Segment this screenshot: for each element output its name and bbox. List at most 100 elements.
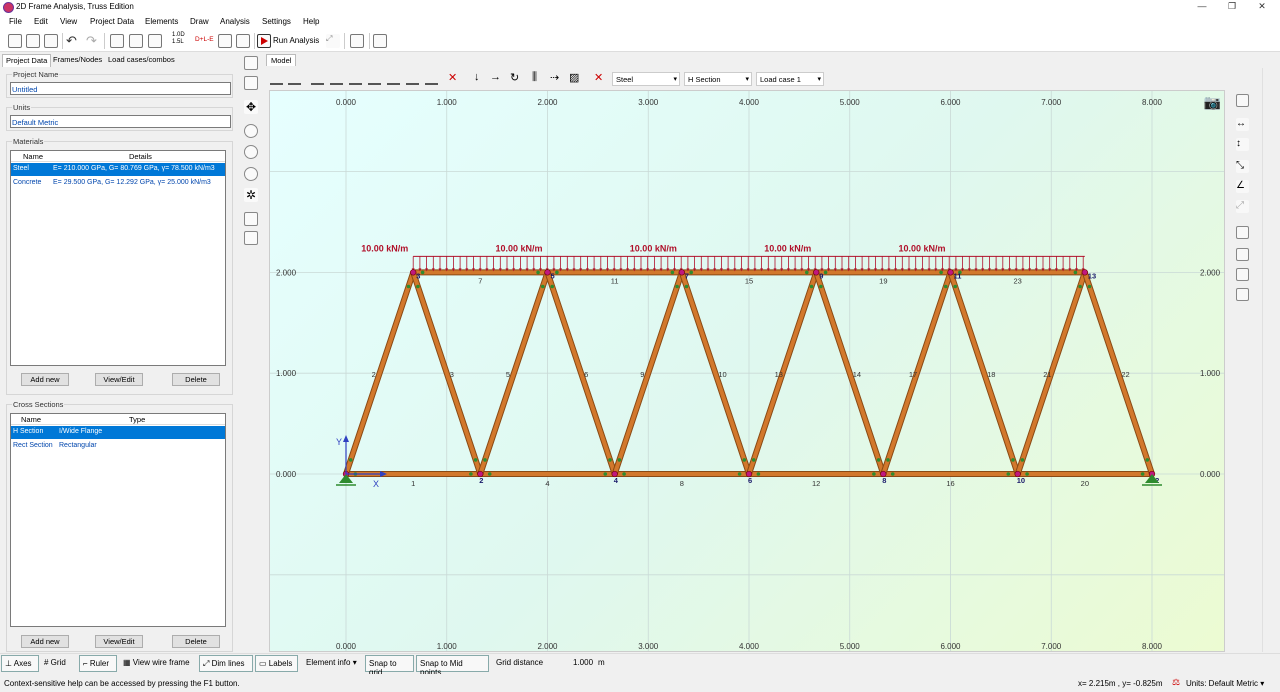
load-factors[interactable]: 1.0D 1.5L [172,32,185,46]
select-icon[interactable] [244,56,258,70]
camera-icon[interactable]: 📷 [1204,94,1221,111]
vertical-scrollbar[interactable] [1262,68,1278,652]
ruler-toggle[interactable]: ⌐ Ruler [79,655,117,672]
list-item[interactable]: Steel E= 210.000 GPa, G= 80.769 GPa, γ= … [11,163,225,176]
menu-project-data[interactable]: Project Data [90,17,134,26]
results-icon[interactable] [1236,94,1249,107]
minimize-button[interactable]: — [1192,1,1212,14]
draw-node-icon[interactable] [270,73,283,85]
angle-icon[interactable]: ∠ [1236,180,1249,193]
truss-node[interactable] [947,269,954,276]
pan-icon[interactable]: ✥ [244,100,258,114]
loadcase-select[interactable]: Load case 1 ▾ [756,72,824,86]
materials-edit-button[interactable]: View/Edit [95,373,143,386]
model-canvas[interactable]: 0.000 0.000 1.000 1.000 2.000 2.000 3.000 3.000… [269,90,1225,652]
sections-add-button[interactable]: Add new [21,635,69,648]
truss-node[interactable] [813,269,820,276]
support-roller-icon[interactable] [330,73,343,85]
comment-delete-icon[interactable] [1236,288,1249,301]
units-input[interactable]: Default Metric [10,115,231,128]
delete-load-icon[interactable]: ✕ [594,71,603,84]
truss-node[interactable] [678,269,685,276]
grid-distance-input[interactable]: 1.000 [570,655,598,672]
table-icon[interactable] [350,34,364,48]
list-item[interactable]: Rect Section Rectangular [11,440,225,453]
dim-vertical-icon[interactable]: ↕ [1236,138,1249,151]
zoom-window-icon[interactable] [244,167,258,181]
horizontal-load-icon[interactable]: → [490,71,501,83]
moment-icon[interactable]: ↻ [510,71,519,84]
dimlines-toggle[interactable]: ⤢ Dim lines [199,655,253,672]
edit-icon[interactable] [244,76,258,90]
truss-node[interactable] [544,269,551,276]
material-select[interactable]: Steel ▾ [612,72,680,86]
snap-mid-toggle[interactable]: Snap to Mid points [416,655,489,677]
spring-icon[interactable] [368,73,381,85]
settlement-icon[interactable] [425,73,438,85]
new-file-icon[interactable] [8,34,22,48]
snap-grid-toggle[interactable]: Snap to grid [365,655,414,677]
distributed-load-icon[interactable]: ⫼ [532,71,537,84]
labels-toggle[interactable]: ▭ Labels [255,655,298,672]
export-icon[interactable] [244,231,258,245]
draw-member-icon[interactable] [288,73,301,85]
undo-icon[interactable]: ↶ [66,33,77,49]
copy-image-icon[interactable] [244,212,258,226]
axes-toggle[interactable]: ⊥ Axes [1,655,39,672]
document-icon[interactable] [218,34,232,48]
materials-add-button[interactable]: Add new [21,373,69,386]
run-analysis-icon[interactable] [257,34,271,48]
truss-drawing[interactable]: 0.000 0.000 1.000 1.000 2.000 2.000 3.000 3.000… [270,91,1225,652]
support-fixed-icon[interactable] [349,73,362,85]
truss-node[interactable] [1081,269,1088,276]
sections-edit-button[interactable]: View/Edit [95,635,143,648]
axial-load-icon[interactable]: ⇢ [550,71,559,84]
element-info-dropdown[interactable]: Element info ▾ [303,655,361,672]
delete-support-icon[interactable]: ✕ [448,71,457,84]
menu-file[interactable]: File [9,17,22,26]
menu-view[interactable]: View [60,17,77,26]
dim-aligned-icon[interactable]: ⤡ [1236,160,1249,173]
wireframe-toggle[interactable]: ▦ View wire frame [120,655,196,672]
comment-add-icon[interactable] [1236,268,1249,281]
redo-icon[interactable]: ↷ [86,33,97,49]
list-item[interactable]: H Section I/Wide Flange [11,426,225,439]
grid-toggle[interactable]: # Grid [41,655,77,672]
tab-frames-nodes[interactable]: Frames/Nodes [50,54,105,67]
print-icon[interactable] [236,34,250,48]
report-icon[interactable] [110,34,124,48]
point-load-icon[interactable]: ↓ [474,71,480,83]
zoom-out-icon[interactable] [244,145,258,159]
list-item[interactable]: Concrete E= 29.500 GPa, G= 12.292 GPa, γ… [11,177,225,190]
release-icon[interactable] [387,73,400,85]
hinge-icon[interactable] [406,73,419,85]
materials-delete-button[interactable]: Delete [172,373,220,386]
run-analysis-button[interactable]: Run Analysis [273,36,319,45]
zoom-extents-icon[interactable]: ✲ [244,188,258,202]
menu-help[interactable]: Help [303,17,319,26]
section-select[interactable]: H Section ▾ [684,72,752,86]
menu-analysis[interactable]: Analysis [220,17,250,26]
restore-button[interactable]: ❐ [1222,1,1242,14]
save-icon[interactable] [44,34,58,48]
truss-node[interactable] [410,269,417,276]
menu-settings[interactable]: Settings [262,17,291,26]
chart-icon[interactable] [129,34,143,48]
close-button[interactable]: ✕ [1252,1,1272,14]
sections-delete-button[interactable]: Delete [172,635,220,648]
zoom-in-icon[interactable] [244,124,258,138]
menu-elements[interactable]: Elements [145,17,178,26]
tab-load-cases[interactable]: Load cases/combos [105,54,178,67]
dim-horizontal-icon[interactable]: ↔ [1236,118,1249,131]
comment-icon[interactable] [1236,226,1249,239]
load-combo-icon[interactable]: D+L-E [195,36,214,43]
copy-icon[interactable] [373,34,387,48]
open-folder-icon[interactable] [26,34,40,48]
tab-model[interactable]: Model [266,54,297,66]
menu-edit[interactable]: Edit [34,17,48,26]
temperature-icon[interactable]: ▨ [569,71,579,84]
status-units[interactable]: Units: Default Metric ▾ [1186,679,1264,688]
menu-draw[interactable]: Draw [190,17,209,26]
comment-edit-icon[interactable] [1236,248,1249,261]
formula-icon[interactable] [148,34,162,48]
